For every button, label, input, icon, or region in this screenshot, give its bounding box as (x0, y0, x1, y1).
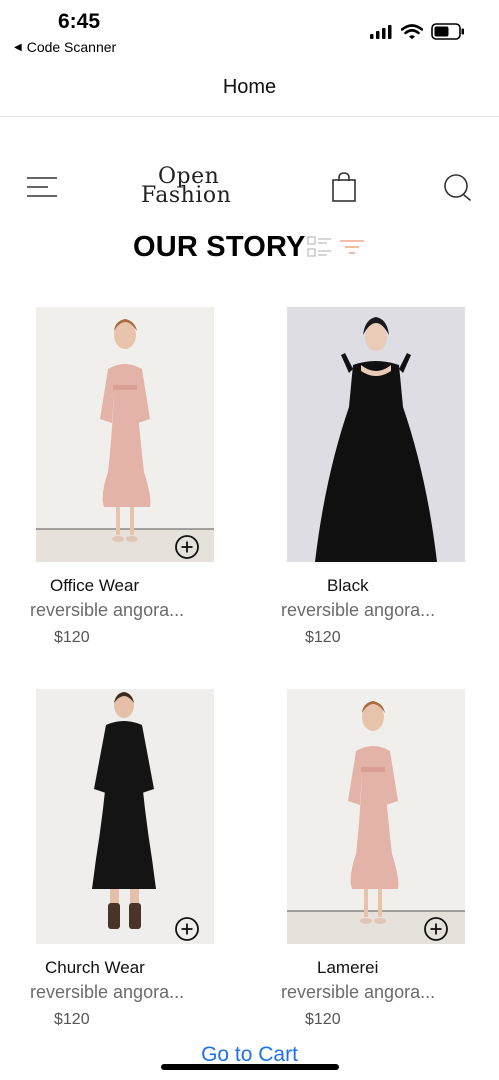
logo-line-2: Fashion (141, 183, 232, 208)
product-photo[interactable] (36, 307, 214, 562)
dress-illustration (92, 692, 156, 929)
back-triangle-icon: ◀ (14, 41, 22, 53)
product-name: Lamerei (317, 958, 379, 977)
product-description: reversible angora... (30, 600, 185, 620)
product-price: $120 (54, 1011, 90, 1028)
product-photo[interactable] (287, 689, 465, 944)
dress-illustration (36, 319, 214, 562)
product-photo[interactable] (36, 689, 214, 944)
product-description: reversible angora... (281, 600, 436, 620)
menu-icon[interactable] (26, 176, 58, 198)
add-to-cart-icon[interactable] (175, 535, 199, 559)
list-view-icon[interactable] (307, 236, 333, 258)
back-to-app[interactable]: ◀ Code Scanner (14, 39, 116, 55)
product-card[interactable]: Black reversible angora... $120 (281, 307, 499, 667)
product-name: Church Wear (45, 958, 145, 977)
filter-icon[interactable] (339, 238, 365, 256)
nav-divider (0, 116, 499, 117)
product-price: $120 (54, 629, 90, 646)
product-photo[interactable] (287, 307, 465, 562)
add-to-cart-icon[interactable] (424, 917, 448, 941)
product-name: Office Wear (50, 576, 140, 595)
product-name: Black (327, 576, 369, 595)
home-indicator[interactable] (161, 1064, 339, 1070)
product-price: $120 (305, 1011, 341, 1028)
product-description: reversible angora... (281, 982, 436, 1002)
product-price: $120 (305, 629, 341, 646)
back-app-label: Code Scanner (26, 39, 117, 55)
dress-illustration (315, 317, 437, 562)
section-title: OUR STORY (133, 231, 306, 263)
product-card[interactable]: Lamerei reversible angora... $120 (281, 689, 499, 1049)
add-to-cart-icon[interactable] (175, 917, 199, 941)
wifi-icon (401, 23, 423, 39)
battery-icon (431, 23, 464, 40)
dress-illustration (287, 701, 465, 944)
product-card[interactable]: Office Wear reversible angora... $120 (30, 307, 266, 667)
search-icon[interactable] (443, 173, 473, 203)
product-card[interactable]: Church Wear reversible angora... $120 (30, 689, 266, 1049)
status-time: 6:45 (58, 10, 101, 33)
status-icons (369, 23, 465, 40)
shopping-bag-icon[interactable] (330, 171, 358, 203)
cellular-signal-icon (370, 24, 392, 39)
nav-title: Home (222, 76, 277, 98)
product-description: reversible angora... (30, 982, 185, 1002)
brand-logo[interactable]: Open Fashion (141, 166, 243, 210)
